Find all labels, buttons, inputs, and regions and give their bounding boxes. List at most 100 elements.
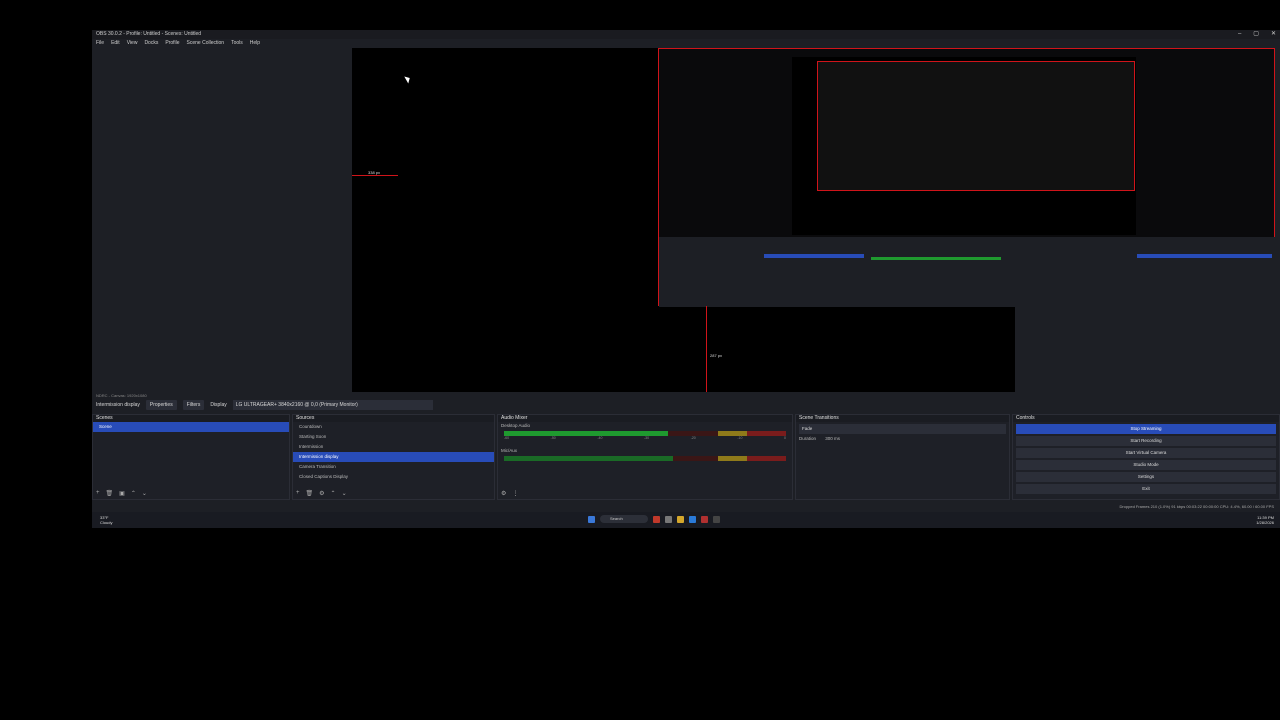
taskbar-search[interactable]: Search [600, 515, 648, 523]
nested-meter [871, 257, 1001, 260]
app-icon[interactable] [665, 515, 672, 523]
app-icon[interactable] [653, 515, 660, 523]
menu-tools[interactable]: Tools [231, 39, 243, 48]
add-icon[interactable]: + [296, 490, 300, 497]
duration-input[interactable]: 300 ms [825, 436, 840, 441]
sources-title: Sources [293, 415, 494, 422]
display-label: Display [210, 402, 227, 408]
source-item[interactable]: Intermission display [293, 452, 494, 462]
filter-icon[interactable]: ▣ [119, 490, 125, 497]
scene-item[interactable]: Scene [93, 422, 289, 432]
up-icon[interactable]: ⌃ [331, 490, 336, 497]
properties-button[interactable]: Properties [145, 400, 177, 410]
more-icon[interactable]: ⋮ [512, 490, 518, 497]
menu-edit[interactable]: Edit [111, 39, 120, 48]
weather-desc: Cloudy [100, 520, 113, 525]
menu-bar: File Edit View Docks Profile Scene Colle… [92, 39, 1280, 48]
preview-canvas[interactable]: 338 px 287 px [352, 48, 1276, 392]
guide-left [352, 175, 398, 176]
guide-bottom-label: 287 px [710, 353, 723, 358]
audio-toolbar: ⚙ ⋮ [501, 490, 518, 497]
meter-warn [718, 431, 747, 436]
sources-dock: Sources Countdown Starting Soon Intermis… [292, 414, 495, 500]
down-icon[interactable]: ⌄ [342, 490, 347, 497]
down-icon[interactable]: ⌄ [142, 490, 147, 497]
menu-help[interactable]: Help [250, 39, 260, 48]
controls-title: Controls [1013, 415, 1279, 422]
exit-button[interactable]: Exit [1016, 484, 1276, 494]
source-toolbar: Intermission display Properties Filters … [92, 400, 1280, 410]
scene-transitions-dock: Scene Transitions Fade Duration 300 ms [795, 414, 1010, 500]
taskbar: 33°F Cloudy Search 11:39 PM 1/28/2026 [92, 512, 1280, 528]
source-item[interactable]: Camera Transition [293, 462, 494, 472]
sources-toolbar: + 🗑 ⚙ ⌃ ⌄ [296, 490, 347, 497]
display-capture-source[interactable] [658, 48, 1276, 307]
audio-mixer-title: Audio Mixer [498, 415, 792, 422]
filters-button[interactable]: Filters [182, 400, 205, 410]
guide-bottom [706, 306, 707, 392]
start-virtual-camera-button[interactable]: Start Virtual Camera [1016, 448, 1276, 458]
system-clock[interactable]: 11:39 PM 1/28/2026 [1256, 515, 1274, 525]
nested-control [1137, 254, 1272, 258]
duration-row: Duration 300 ms [796, 434, 1009, 444]
mic-aux-meter [504, 456, 786, 461]
weather-widget[interactable]: 33°F Cloudy [100, 515, 112, 525]
canvas-status: NDRC - Canvas: 1920x1080 [96, 393, 147, 398]
mic-aux-label: Mic/Aux [501, 448, 518, 453]
meter-range [504, 456, 674, 461]
menu-view[interactable]: View [127, 39, 138, 48]
scenes-title: Scenes [93, 415, 289, 422]
menu-profile[interactable]: Profile [165, 39, 179, 48]
scenes-toolbar: + 🗑 ▣ ⌃ ⌄ [96, 490, 147, 497]
windows-start-icon[interactable] [588, 515, 595, 523]
close-icon[interactable]: ✕ [1271, 30, 1276, 39]
duration-label: Duration [799, 436, 817, 441]
transition-select[interactable]: Fade [799, 424, 1006, 434]
window-title: OBS 30.0.2 - Profile: Untitled - Scenes:… [96, 31, 202, 37]
minimize-icon[interactable]: – [1238, 30, 1241, 39]
gear-icon[interactable]: ⚙ [501, 490, 506, 497]
controls-dock: Controls Stop Streaming Start Recording … [1012, 414, 1280, 500]
guide-left-label: 338 px [368, 170, 381, 175]
meter-fill [504, 431, 668, 436]
source-item[interactable]: Intermission [293, 442, 494, 452]
meter-peak [746, 456, 786, 461]
start-recording-button[interactable]: Start Recording [1016, 436, 1276, 446]
audio-mixer-dock: Audio Mixer Desktop Audio -60 -50 -40 -30 -2… [497, 414, 793, 500]
preview-area: 338 px 287 px [92, 48, 1280, 392]
menu-scene-collection[interactable]: Scene Collection [187, 39, 225, 48]
nested-selection [764, 254, 864, 258]
taskbar-apps: Search [588, 515, 720, 523]
docks: Scenes Scene + 🗑 ▣ ⌃ ⌄ Sources Countdown… [92, 414, 1280, 500]
gear-icon[interactable]: ⚙ [319, 490, 324, 497]
obs-icon[interactable] [713, 515, 720, 523]
nested-capture [817, 61, 1135, 191]
studio-mode-button[interactable]: Studio Mode [1016, 460, 1276, 470]
maximize-icon[interactable]: ▢ [1253, 30, 1259, 39]
menu-file[interactable]: File [96, 39, 104, 48]
meter-ticks: -60 -50 -40 -30 -20 -10 0 [504, 436, 786, 440]
title-bar: OBS 30.0.2 - Profile: Untitled - Scenes:… [92, 30, 1280, 39]
remove-icon[interactable]: 🗑 [106, 490, 114, 497]
obs-window: OBS 30.0.2 - Profile: Untitled - Scenes:… [92, 30, 1280, 528]
settings-button[interactable]: Settings [1016, 472, 1276, 482]
browser-icon[interactable] [689, 515, 696, 523]
source-item[interactable]: Closed Captions Display [293, 472, 494, 482]
up-icon[interactable]: ⌃ [131, 490, 136, 497]
desktop-audio-label: Desktop Audio [501, 423, 531, 428]
display-select[interactable]: LG ULTRAGEAR+ 3840x2160 @ 0,0 (Primary M… [232, 400, 433, 410]
nested-docks [659, 237, 1276, 307]
menu-docks[interactable]: Docks [144, 39, 158, 48]
clock-date: 1/28/2026 [1256, 520, 1274, 525]
add-icon[interactable]: + [96, 490, 100, 497]
stop-streaming-button[interactable]: Stop Streaming [1016, 424, 1276, 434]
status-bar: Dropped Frames 210 (1.0%) 91 kbps 00:03:… [1119, 504, 1274, 509]
selected-source-name: Intermission display [96, 402, 140, 408]
folder-icon[interactable] [677, 515, 684, 523]
meter-peak [746, 431, 786, 436]
scene-transitions-title: Scene Transitions [796, 415, 1009, 422]
source-item[interactable]: Starting Soon [293, 432, 494, 442]
remove-icon[interactable]: 🗑 [306, 490, 314, 497]
source-item[interactable]: Countdown [293, 422, 494, 432]
app-icon[interactable] [701, 515, 708, 523]
